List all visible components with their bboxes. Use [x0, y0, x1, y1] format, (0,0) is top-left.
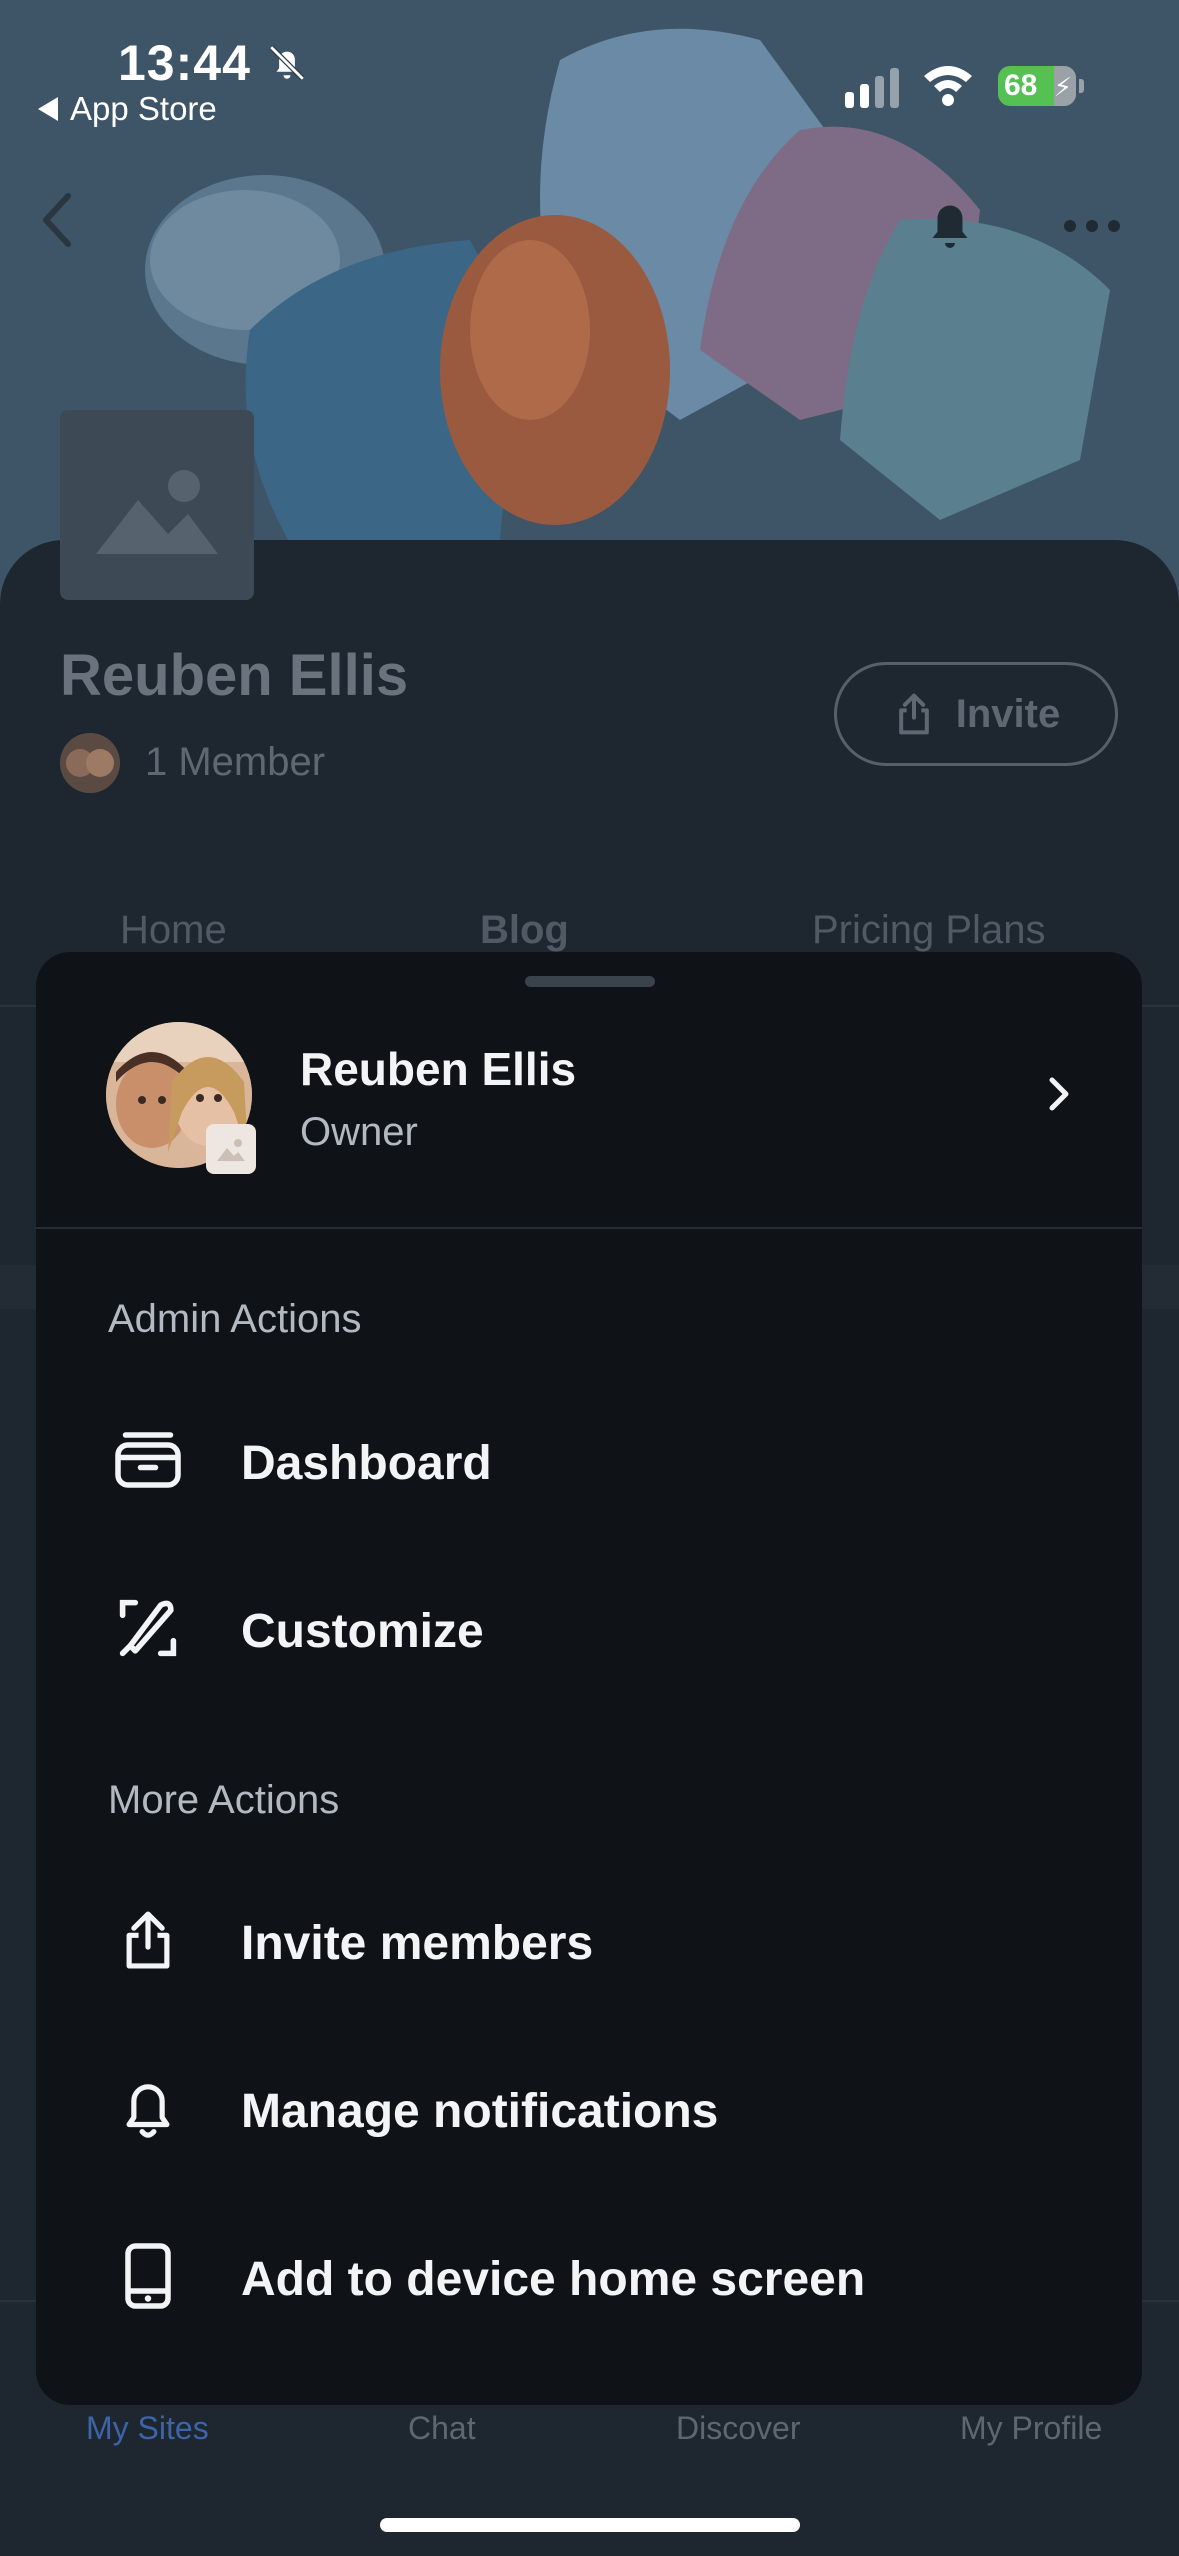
action-invite-members[interactable]: Invite members: [36, 1870, 1142, 2010]
site-logo-placeholder: [60, 410, 254, 600]
home-indicator[interactable]: [380, 2518, 800, 2532]
chevron-right-icon: [1046, 1074, 1072, 1119]
tab-pricing-plans[interactable]: Pricing Plans: [812, 908, 1045, 953]
site-title: Reuben Ellis: [60, 643, 409, 708]
invite-button[interactable]: Invite: [834, 662, 1118, 766]
share-icon: [898, 693, 929, 735]
action-label: Customize: [241, 1605, 484, 1658]
back-to-app-store[interactable]: App Store: [38, 90, 217, 128]
notifications-bell-icon[interactable]: [920, 190, 980, 261]
battery-indicator: 68 ⚡: [998, 66, 1084, 106]
section-admin-actions: Admin Actions: [108, 1297, 362, 1341]
customize-icon: [108, 1588, 188, 1668]
back-triangle-icon: [38, 97, 58, 121]
owner-profile-row[interactable]: Reuben Ellis Owner: [36, 952, 1142, 1174]
silent-mode-icon: [266, 42, 308, 89]
bell-icon: [108, 2068, 188, 2148]
share-icon: [108, 1900, 188, 1980]
action-label: Invite members: [241, 1917, 594, 1970]
tab-home[interactable]: Home: [120, 908, 227, 953]
member-avatar: [60, 733, 120, 793]
status-bar: 13:44 App Store 68 ⚡: [0, 0, 1179, 130]
nav-discover[interactable]: Discover: [676, 2410, 800, 2447]
member-count[interactable]: 1 Member: [145, 740, 325, 785]
action-label: Dashboard: [241, 1437, 492, 1490]
action-dashboard[interactable]: Dashboard: [36, 1390, 1142, 1530]
action-customize[interactable]: Customize: [36, 1558, 1142, 1698]
action-label: Manage notifications: [241, 2085, 719, 2138]
back-chevron-icon[interactable]: [38, 190, 78, 255]
battery-level: 68: [1004, 69, 1038, 102]
section-more-actions: More Actions: [108, 1778, 340, 1822]
dashboard-icon: [108, 1420, 188, 1500]
owner-name: Reuben Ellis: [300, 1043, 577, 1095]
tab-blog[interactable]: Blog: [480, 908, 569, 953]
nav-my-sites[interactable]: My Sites: [86, 2410, 209, 2447]
wifi-icon: [922, 62, 974, 111]
action-add-to-home-screen[interactable]: Add to device home screen: [36, 2206, 1142, 2346]
nav-chat[interactable]: Chat: [408, 2410, 476, 2447]
image-placeholder-icon: [96, 470, 218, 554]
actions-sheet: Reuben Ellis Owner Admin Actions Dashboa…: [36, 952, 1142, 2405]
nav-my-profile[interactable]: My Profile: [960, 2410, 1102, 2447]
owner-role: Owner: [300, 1110, 418, 1154]
sheet-divider: [36, 1227, 1142, 1229]
action-label: Add to device home screen: [241, 2253, 866, 2306]
charging-icon: ⚡: [1053, 72, 1072, 102]
back-app-label: App Store: [70, 90, 217, 127]
avatar-image-badge-icon: [206, 1124, 256, 1174]
action-manage-notifications[interactable]: Manage notifications: [36, 2038, 1142, 2178]
invite-button-label: Invite: [955, 691, 1061, 736]
cellular-signal-icon: [845, 68, 899, 108]
more-options-icon[interactable]: [1064, 220, 1120, 232]
phone-icon: [108, 2236, 188, 2316]
status-time: 13:44: [118, 35, 251, 91]
